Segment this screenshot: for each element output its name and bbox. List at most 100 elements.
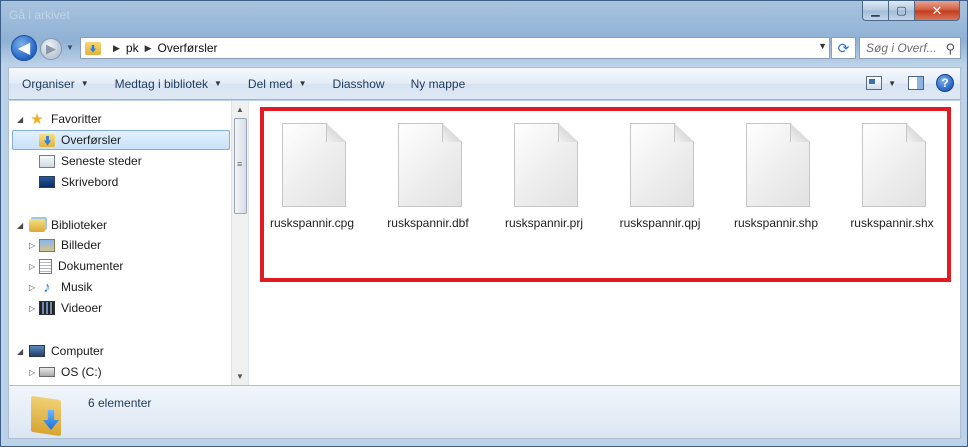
expand-documents-toggle[interactable]: ▷ [29,262,35,271]
sidebar-item-label: Dokumenter [58,259,124,273]
maximize-button[interactable]: ▢ [889,1,915,21]
share-with-menu[interactable]: Del med ▼ [235,68,320,99]
expand-videos-toggle[interactable]: ▷ [29,304,35,313]
computer-icon [29,345,45,357]
expand-pictures-toggle[interactable]: ▷ [29,241,35,250]
sidebar-item-pictures[interactable]: Billeder [39,235,101,255]
address-bar[interactable]: ▶ pk ▶ Overførsler ▼ [80,37,830,59]
sidebar-item-label: Biblioteker [51,218,108,232]
share-with-label: Del med [247,76,293,91]
pictures-icon [39,238,55,252]
recent-pages-dropdown[interactable]: ▼ [66,43,76,53]
organize-label: Organiser [22,76,75,91]
sidebar-item-documents[interactable]: Dokumenter [39,256,123,276]
forward-button[interactable]: ▶ [40,38,62,60]
sidebar-item-label: Favoritter [51,112,102,126]
chevron-down-icon: ▼ [298,79,307,88]
downloads-folder-icon [85,41,101,55]
file-item[interactable]: ruskspannir.qpj [612,123,708,233]
collapse-libraries-toggle[interactable]: ◢ [17,221,23,230]
minimize-button[interactable]: ▁ [862,1,889,21]
sidebar-item-computer[interactable]: Computer [29,341,104,361]
command-bar: Organiser ▼ Medtag i bibliotek ▼ Del med… [8,67,961,100]
help-icon[interactable]: ? [936,74,954,92]
file-list: ruskspannir.cpg ruskspannir.dbf ruskspan… [251,101,960,385]
file-name: ruskspannir.shp [733,216,819,230]
sidebar-item-music[interactable]: ♪ Musik [39,277,92,297]
back-button[interactable]: ◀ [11,35,37,61]
slideshow-label: Diasshow [332,76,385,91]
file-item[interactable]: ruskspannir.shx [844,123,940,233]
desktop-icon [39,176,55,188]
chevron-right-icon[interactable]: ▶ [145,43,152,54]
sidebar-item-label: Videoer [61,301,103,315]
expand-music-toggle[interactable]: ▷ [29,283,35,292]
generic-file-icon [514,123,578,207]
sidebar-item-downloads[interactable]: Overførsler [12,130,230,150]
file-item[interactable]: ruskspannir.prj [496,123,592,233]
file-item[interactable]: ruskspannir.shp [728,123,824,233]
star-icon: ★ [30,111,44,128]
organize-menu[interactable]: Organiser ▼ [9,68,102,99]
include-in-library-menu[interactable]: Medtag i bibliotek ▼ [102,68,235,99]
sidebar-scrollbar[interactable]: ▲ ▼ [231,101,248,385]
sidebar-item-libraries[interactable]: Biblioteker [29,215,107,235]
chevron-right-icon[interactable]: ▶ [113,43,120,54]
content-area: ◢ ★ Favoritter Overførsler Seneste stede… [8,101,961,385]
sidebar-item-favorites[interactable]: ★ Favoritter [29,109,102,129]
sidebar-item-recent-places[interactable]: Seneste steder [39,151,142,171]
window-title: Gå i arkivet [9,8,70,22]
sidebar-item-desktop[interactable]: Skrivebord [39,172,118,192]
search-input[interactable]: Søg i Overf... ⚲ [859,37,961,59]
file-item[interactable]: ruskspannir.dbf [380,123,476,233]
sidebar-item-videos[interactable]: Videoer [39,298,102,318]
sidebar-item-label: Computer [51,344,104,358]
command-bar-right: ▼ ? [866,74,954,92]
sidebar-item-label: Musik [61,280,93,294]
generic-file-icon [630,123,694,207]
generic-file-icon [282,123,346,207]
file-name: ruskspannir.dbf [387,216,469,230]
close-button[interactable]: ✕ [915,1,960,21]
sidebar-item-label: Seneste steder [61,154,142,168]
scrollbar-thumb[interactable] [234,118,247,214]
downloads-folder-icon [31,395,67,437]
include-in-library-label: Medtag i bibliotek [114,76,208,91]
collapse-computer-toggle[interactable]: ◢ [17,347,23,356]
scroll-down-icon[interactable]: ▼ [236,372,244,381]
new-folder-label: Ny mappe [410,76,466,91]
details-pane: 6 elementer [8,385,961,439]
change-view-icon[interactable] [866,76,883,90]
search-icon[interactable]: ⚲ [945,41,955,57]
new-folder-button[interactable]: Ny mappe [398,68,479,99]
sidebar-item-label: Billeder [61,238,102,252]
downloads-folder-icon [39,133,55,147]
drive-icon [39,367,55,377]
navigation-pane: ◢ ★ Favoritter Overførsler Seneste stede… [9,101,249,385]
scroll-up-icon[interactable]: ▲ [236,105,244,114]
documents-icon [39,258,52,274]
slideshow-button[interactable]: Diasshow [320,68,398,99]
address-row: ◀ ▶ ▼ ▶ pk ▶ Overførsler ▼ ⟳ Søg i Overf… [7,34,961,62]
breadcrumb-downloads[interactable]: Overførsler [158,41,218,55]
explorer-window: Gå i arkivet ▁ ▢ ✕ ◀ ▶ ▼ ▶ pk ▶ Overførs… [0,0,968,447]
sidebar-item-label: Overførsler [61,133,121,147]
chevron-down-icon: ▼ [214,79,222,88]
breadcrumb-pk[interactable]: pk [126,41,139,55]
refresh-button[interactable]: ⟳ [831,37,856,59]
file-item[interactable]: ruskspannir.cpg [264,123,360,233]
window-controls: ▁ ▢ ✕ [862,1,960,21]
file-name: ruskspannir.qpj [619,216,701,230]
address-history-dropdown[interactable]: ▼ [818,41,827,51]
file-name: ruskspannir.prj [504,216,584,230]
sidebar-item-drive-c[interactable]: OS (C:) [39,362,102,382]
item-count: 6 elementer [88,396,152,410]
view-options-dropdown[interactable]: ▼ [888,79,896,88]
expand-drive-toggle[interactable]: ▷ [29,368,35,377]
collapse-favorites-toggle[interactable]: ◢ [17,115,23,124]
title-bar: Gå i arkivet ▁ ▢ ✕ [1,1,967,31]
generic-file-icon [398,123,462,207]
preview-pane-icon[interactable] [908,76,924,90]
videos-icon [39,301,55,315]
recent-places-icon [39,154,55,168]
